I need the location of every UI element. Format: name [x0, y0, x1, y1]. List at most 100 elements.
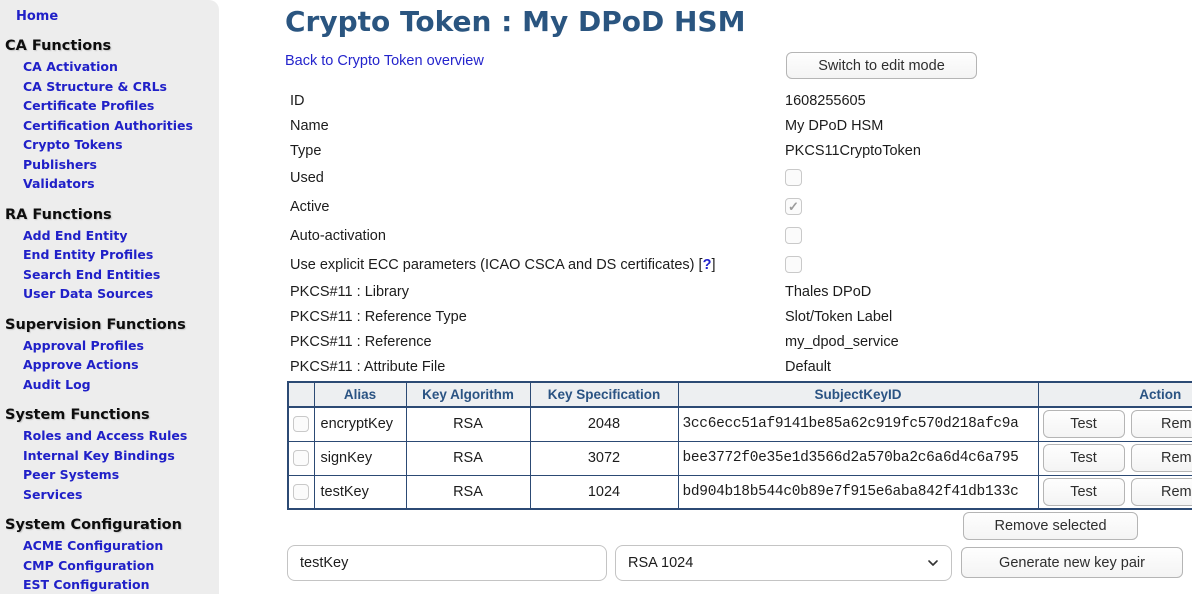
- sidebar-item-publishers[interactable]: Publishers: [23, 155, 219, 175]
- table-row-encryptkey: ✓ encryptKey RSA 2048 3cc6ecc51af9141be8…: [288, 407, 1192, 441]
- auto-activation-checkbox[interactable]: ✓: [785, 227, 802, 244]
- alias-cell: testKey: [314, 475, 406, 509]
- sidebar-section-ra-functions: RA Functions Add End Entity End Entity P…: [0, 206, 219, 304]
- sidebar-item-user-data-sources[interactable]: User Data Sources: [23, 284, 219, 304]
- remove-selected-button[interactable]: Remove selected: [963, 512, 1138, 540]
- field-label: PKCS#11 : Attribute File: [285, 359, 785, 375]
- spec-cell: 1024: [530, 475, 678, 509]
- test-key-button[interactable]: Test: [1043, 444, 1125, 472]
- sidebar-section-title: CA Functions: [5, 37, 219, 55]
- key-algorithm-column-header: Key Algorithm: [406, 382, 530, 407]
- back-to-overview-link[interactable]: Back to Crypto Token overview: [285, 53, 484, 69]
- field-value: Slot/Token Label: [785, 309, 892, 325]
- row-select-cell: ✓: [288, 475, 314, 509]
- subjectkeyid-cell: 3cc6ecc51af9141be85a62c919fc570d218afc9a: [678, 407, 1038, 441]
- detail-row-used: Used ✓: [285, 163, 1015, 192]
- key-specification-column-header: Key Specification: [530, 382, 678, 407]
- sidebar-item-acme-configuration[interactable]: ACME Configuration: [23, 536, 219, 556]
- sidebar-item-search-end-entities[interactable]: Search End Entities: [23, 265, 219, 285]
- sidebar-item-approval-profiles[interactable]: Approval Profiles: [23, 336, 219, 356]
- algorithm-cell: RSA: [406, 475, 530, 509]
- field-label: Active: [285, 199, 785, 215]
- active-checkbox[interactable]: ✓: [785, 198, 802, 215]
- remove-key-button[interactable]: Remove: [1131, 410, 1192, 438]
- new-key-alias-input[interactable]: [287, 545, 607, 581]
- field-label: Auto-activation: [285, 228, 785, 244]
- subjectkeyid-cell: bd904b18b544c0b89e7f915e6aba842f41db133c: [678, 475, 1038, 509]
- help-brackets: [?]: [699, 257, 716, 273]
- field-label: PKCS#11 : Reference: [285, 334, 785, 350]
- sidebar-item-ca-activation[interactable]: CA Activation: [23, 57, 219, 77]
- generate-new-key-pair-button[interactable]: Generate new key pair: [961, 547, 1183, 578]
- field-label: Name: [285, 118, 785, 134]
- sidebar-section-system-configuration: System Configuration ACME Configuration …: [0, 516, 219, 594]
- detail-row-type: Type PKCS11CryptoToken: [285, 138, 1015, 163]
- key-spec-selected-value: RSA 1024: [628, 555, 927, 571]
- sidebar-item-end-entity-profiles[interactable]: End Entity Profiles: [23, 245, 219, 265]
- sidebar-item-certificate-profiles[interactable]: Certificate Profiles: [23, 96, 219, 116]
- alias-column-header: Alias: [314, 382, 406, 407]
- field-value: My DPoD HSM: [785, 118, 883, 134]
- sidebar-item-validators[interactable]: Validators: [23, 174, 219, 194]
- spec-cell: 2048: [530, 407, 678, 441]
- field-label: Type: [285, 143, 785, 159]
- sidebar-item-est-configuration[interactable]: EST Configuration: [23, 575, 219, 594]
- row-select-cell: ✓: [288, 407, 314, 441]
- key-spec-select[interactable]: RSA 1024: [615, 545, 952, 581]
- algorithm-cell: RSA: [406, 441, 530, 475]
- field-label: Used: [285, 170, 785, 186]
- sidebar-item-audit-log[interactable]: Audit Log: [23, 375, 219, 395]
- switch-to-edit-mode-button[interactable]: Switch to edit mode: [786, 52, 977, 79]
- detail-row-p11-reference-type: PKCS#11 : Reference Type Slot/Token Labe…: [285, 304, 1015, 329]
- detail-row-p11-reference: PKCS#11 : Reference my_dpod_service: [285, 329, 1015, 354]
- sidebar-item-internal-key-bindings[interactable]: Internal Key Bindings: [23, 446, 219, 466]
- check-icon: ✓: [788, 200, 799, 213]
- subjectkeyid-cell: bee3772f0e35e1d3566d2a570ba2c6a6d4c6a795: [678, 441, 1038, 475]
- table-row-testkey: ✓ testKey RSA 1024 bd904b18b544c0b89e7f9…: [288, 475, 1192, 509]
- used-checkbox[interactable]: ✓: [785, 169, 802, 186]
- alias-cell: signKey: [314, 441, 406, 475]
- sidebar-item-add-end-entity[interactable]: Add End Entity: [23, 226, 219, 246]
- test-key-button[interactable]: Test: [1043, 410, 1125, 438]
- sidebar-item-crypto-tokens[interactable]: Crypto Tokens: [23, 135, 219, 155]
- field-label: PKCS#11 : Reference Type: [285, 309, 785, 325]
- field-value: my_dpod_service: [785, 334, 899, 350]
- sidebar-section-title: Supervision Functions: [5, 316, 219, 334]
- chevron-down-icon: [927, 557, 939, 569]
- sidebar-item-services[interactable]: Services: [23, 485, 219, 505]
- field-label: ID: [285, 93, 785, 109]
- action-cell: Test Remove: [1038, 407, 1192, 441]
- key-pairs-table: Alias Key Algorithm Key Specification Su…: [287, 381, 1192, 510]
- row-checkbox[interactable]: ✓: [293, 416, 309, 432]
- sidebar-section-system-functions: System Functions Roles and Access Rules …: [0, 406, 219, 504]
- sidebar-item-approve-actions[interactable]: Approve Actions: [23, 355, 219, 375]
- sidebar-item-home[interactable]: Home: [16, 9, 219, 25]
- detail-row-active: Active ✓: [285, 192, 1015, 221]
- row-checkbox[interactable]: ✓: [293, 484, 309, 500]
- row-checkbox[interactable]: ✓: [293, 450, 309, 466]
- remove-key-button[interactable]: Remove: [1131, 478, 1192, 506]
- sidebar-item-peer-systems[interactable]: Peer Systems: [23, 465, 219, 485]
- select-column-header: [288, 382, 314, 407]
- test-key-button[interactable]: Test: [1043, 478, 1125, 506]
- detail-row-auto-activation: Auto-activation ✓: [285, 221, 1015, 250]
- subjectkeyid-column-header: SubjectKeyID: [678, 382, 1038, 407]
- sidebar-item-certification-authorities[interactable]: Certification Authorities: [23, 116, 219, 136]
- action-cell: Test Remove: [1038, 475, 1192, 509]
- sidebar-section-ca-functions: CA Functions CA Activation CA Structure …: [0, 37, 219, 194]
- sidebar-item-cmp-configuration[interactable]: CMP Configuration: [23, 556, 219, 576]
- field-value: PKCS11CryptoToken: [785, 143, 921, 159]
- detail-row-p11-attribute-file: PKCS#11 : Attribute File Default: [285, 354, 1015, 379]
- action-cell: Test Remove: [1038, 441, 1192, 475]
- sidebar-item-ca-structure-crls[interactable]: CA Structure & CRLs: [23, 77, 219, 97]
- table-header-row: Alias Key Algorithm Key Specification Su…: [288, 382, 1192, 407]
- alias-cell: encryptKey: [314, 407, 406, 441]
- spec-cell: 3072: [530, 441, 678, 475]
- field-label: Use explicit ECC parameters (ICAO CSCA a…: [285, 257, 785, 273]
- detail-row-name: Name My DPoD HSM: [285, 113, 1015, 138]
- row-select-cell: ✓: [288, 441, 314, 475]
- sidebar-item-roles-access-rules[interactable]: Roles and Access Rules: [23, 426, 219, 446]
- field-value: Thales DPoD: [785, 284, 871, 300]
- explicit-ecc-checkbox[interactable]: ✓: [785, 256, 802, 273]
- remove-key-button[interactable]: Remove: [1131, 444, 1192, 472]
